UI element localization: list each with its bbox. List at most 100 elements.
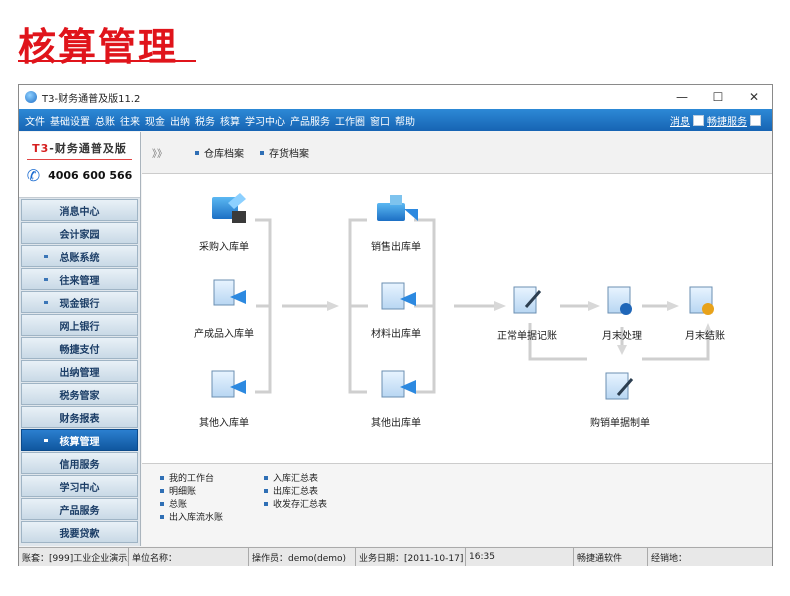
sidebar-item-label: 网上银行	[59, 321, 100, 333]
message-link[interactable]: 消息	[670, 113, 690, 128]
sidebar-item[interactable]: 税务管家	[21, 383, 138, 405]
sidebar-item-label: 出纳管理	[59, 367, 100, 379]
label-purchase-in: 采购入库单	[199, 240, 249, 253]
sidebar-item[interactable]: 畅捷支付	[21, 337, 138, 359]
maximize-button[interactable]: ☐	[700, 85, 736, 109]
sidebar-item-label: 往来管理	[59, 275, 100, 287]
link-label: 入库汇总表	[273, 474, 319, 484]
brand-box: T3-财务通普及版 ✆ 4006 600 566	[19, 132, 140, 198]
menu-product-service[interactable]: 产品服务	[290, 113, 330, 128]
sidebar-item[interactable]: 财务报表	[21, 406, 138, 428]
label-month-process: 月末处理	[602, 329, 642, 342]
status-agent: 经销地：	[651, 553, 688, 564]
node-product-in[interactable]: 产成品入库单	[194, 279, 254, 340]
service-icon[interactable]	[750, 114, 761, 126]
gear-icon	[620, 303, 632, 315]
warehouse-door-icon	[232, 211, 246, 223]
menu-accounting[interactable]: 核算	[220, 113, 240, 128]
status-unit: 单位名称：	[129, 548, 249, 566]
link-label: 总账	[169, 500, 188, 510]
bullet-icon	[44, 278, 48, 281]
menu-general-ledger[interactable]: 总账	[95, 113, 115, 128]
node-purchase-in[interactable]: 采购入库单	[199, 193, 249, 253]
sidebar-item-label: 核算管理	[59, 436, 100, 448]
sidebar-item[interactable]: 我要贷款	[21, 521, 138, 543]
message-icon[interactable]	[693, 114, 704, 126]
sidebar-item[interactable]: 网上银行	[21, 314, 138, 336]
menu-cashier[interactable]: 出纳	[170, 113, 190, 128]
sidebar-item[interactable]: 往来管理	[21, 268, 138, 290]
sidebar-item[interactable]: 学习中心	[21, 475, 138, 497]
tab-inventory-archive[interactable]: 存货档案	[260, 145, 309, 160]
link-inout-journal[interactable]: 出入库流水账	[160, 510, 223, 523]
link-general-ledger[interactable]: 总账	[160, 497, 187, 510]
sidebar-item-label: 我要贷款	[59, 528, 100, 540]
label-material-out: 材料出库单	[371, 327, 421, 340]
status-operator: 操作员：demo(demo)	[249, 548, 356, 566]
flow-canvas: 采购入库单 产成品入库单 其他入库单 销售出库单 材料出库单 其他出库单 正常单…	[194, 193, 725, 429]
sidebar-item[interactable]: 出纳管理	[21, 360, 138, 382]
link-bullet-icon	[160, 475, 164, 480]
sidebar-list: 消息中心会计家园总账系统往来管理现金银行网上银行畅捷支付出纳管理税务管家 财务报表…	[19, 199, 140, 543]
menu-learning-center[interactable]: 学习中心	[245, 113, 285, 128]
sidebar-item[interactable]: 信用服务	[21, 452, 138, 474]
document-icon	[381, 282, 405, 310]
menu-cash[interactable]: 现金	[145, 113, 165, 128]
sidebar-item-label: 会计家园	[59, 229, 100, 241]
node-month-process[interactable]: 月末处理	[602, 286, 642, 342]
sidebar-item[interactable]: 总账系统	[21, 245, 138, 267]
node-other-in[interactable]: 其他入库单	[199, 370, 249, 429]
menu-basic-settings[interactable]: 基础设置	[50, 113, 90, 128]
tab-warehouse-archive[interactable]: 仓库档案	[195, 145, 244, 160]
link-bullet-icon	[264, 488, 268, 493]
label-purchase-sales-voucher: 购销单据制单	[590, 416, 650, 429]
sidebar-item[interactable]: 产品服务	[21, 498, 138, 520]
sidebar-item-label: 现金银行	[59, 298, 100, 310]
status-business-date: 业务日期：[2011-10-17]	[356, 548, 466, 566]
hotline-number: 4006 600 566	[48, 169, 133, 182]
link-stock-summary[interactable]: 收发存汇总表	[264, 497, 327, 510]
menu-work-circle[interactable]: 工作圈	[335, 113, 365, 128]
sidebar-item[interactable]: 会计家园	[21, 222, 138, 244]
menu-bar: 文件 基础设置 总账 往来 现金 出纳 税务 核算 学习中心 产品服务 工作圈 …	[19, 109, 772, 131]
node-other-out[interactable]: 其他出库单	[371, 370, 421, 429]
label-other-in: 其他入库单	[199, 416, 249, 429]
menu-tax[interactable]: 税务	[195, 113, 215, 128]
link-label: 收发存汇总表	[273, 500, 328, 510]
menu-window[interactable]: 窗口	[370, 113, 390, 128]
sidebar-item-label: 总账系统	[59, 252, 100, 264]
tab-label: 仓库档案	[204, 149, 244, 160]
quick-service-link[interactable]: 畅捷服务	[707, 113, 747, 128]
status-vendor: 畅捷通软件	[574, 548, 648, 566]
link-out-summary[interactable]: 出库汇总表	[264, 484, 318, 497]
link-label: 出库汇总表	[273, 487, 319, 497]
link-bullet-icon	[160, 488, 164, 493]
sidebar-item[interactable]: 现金银行	[21, 291, 138, 313]
label-sales-out: 销售出库单	[371, 240, 421, 253]
brand-divider	[27, 159, 132, 160]
expand-arrows-icon[interactable]: 》》	[152, 145, 167, 160]
link-label: 出入库流水账	[169, 513, 224, 523]
brand-prefix: T3	[32, 142, 50, 155]
link-bullet-icon	[264, 501, 268, 506]
warehouse-out-icon	[377, 203, 405, 221]
close-button[interactable]: ✕	[736, 85, 772, 109]
link-detail-ledger[interactable]: 明细账	[160, 484, 196, 497]
hotline: ✆ 4006 600 566	[19, 166, 140, 185]
node-month-close[interactable]: 月末结账	[685, 286, 725, 342]
label-month-close: 月末结账	[685, 329, 725, 342]
node-sales-out[interactable]: 销售出库单	[371, 195, 421, 253]
sidebar-item[interactable]: 消息中心	[21, 199, 138, 221]
node-purchase-sales-voucher[interactable]: 购销单据制单	[590, 372, 650, 429]
menu-file[interactable]: 文件	[25, 113, 45, 128]
sidebar-item-label: 消息中心	[59, 206, 100, 218]
menu-help[interactable]: 帮助	[395, 113, 415, 128]
link-label: 我的工作台	[169, 474, 215, 484]
link-my-workbench[interactable]: 我的工作台	[160, 471, 214, 484]
node-normal-post[interactable]: 正常单据记账	[497, 286, 557, 342]
minimize-button[interactable]: —	[664, 85, 700, 109]
menu-receivables[interactable]: 往来	[120, 113, 140, 128]
node-material-out[interactable]: 材料出库单	[371, 282, 421, 340]
sidebar-item[interactable]: 核算管理	[21, 429, 138, 451]
link-in-summary[interactable]: 入库汇总表	[264, 471, 318, 484]
